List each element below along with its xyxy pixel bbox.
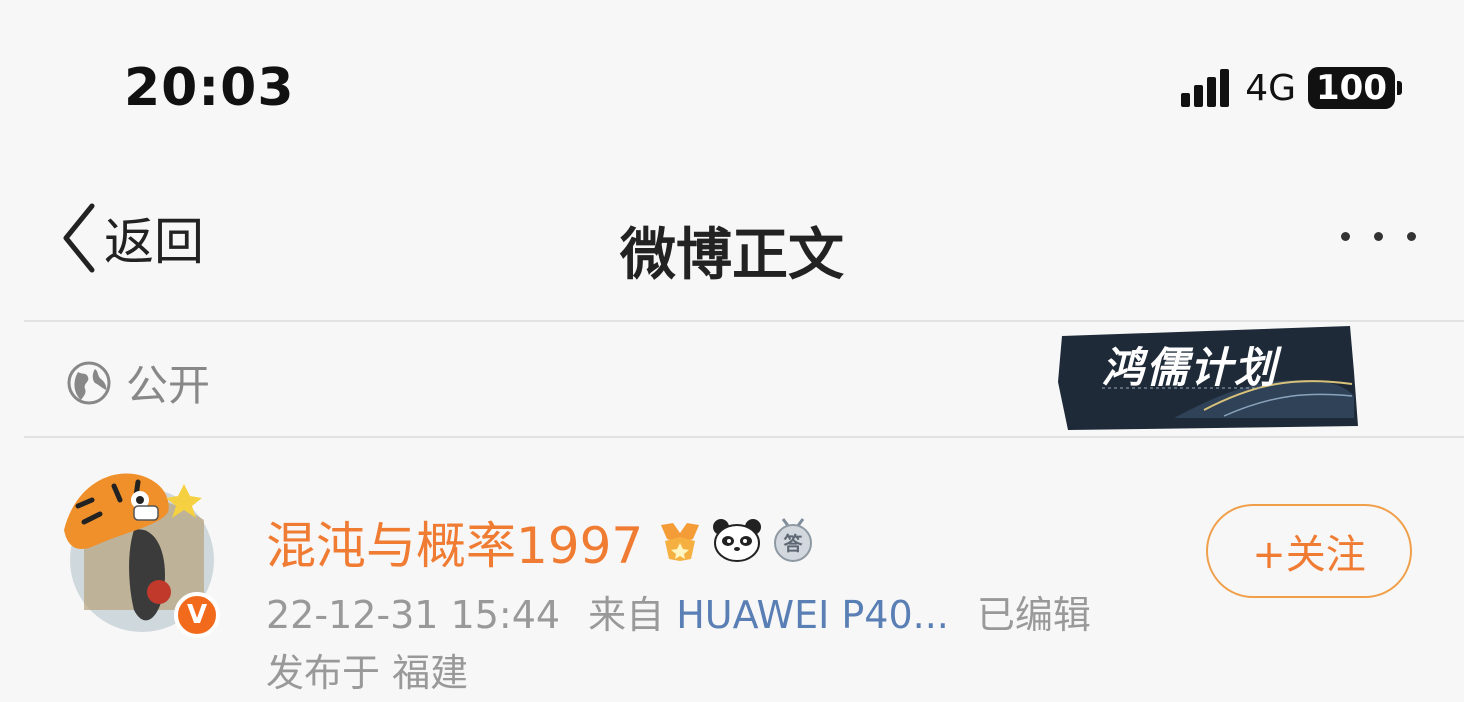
banner-title: 鸿儒计划: [1102, 343, 1279, 392]
source-prefix: 来自: [588, 593, 665, 637]
dot: [1374, 232, 1383, 241]
status-indicators: 4G 100: [1181, 66, 1402, 110]
follow-button[interactable]: +关注: [1206, 504, 1412, 598]
visibility-indicator: 公开: [66, 352, 210, 413]
username[interactable]: 混沌与概率1997: [266, 506, 643, 578]
user-row: 混沌与概率1997 答: [266, 506, 823, 578]
edited-label[interactable]: 已编辑: [977, 593, 1091, 637]
dot: [1341, 232, 1350, 241]
signal-icon: [1181, 69, 1233, 107]
program-banner[interactable]: 鸿儒计划: [1054, 322, 1360, 432]
verified-badge: V: [174, 592, 220, 638]
medal-icon[interactable]: [657, 517, 703, 567]
post-location: 发布于 福建: [266, 642, 468, 697]
divider: [24, 436, 1464, 438]
page-title: 微博正文: [620, 223, 844, 288]
post-source[interactable]: HUAWEI P40...: [676, 593, 949, 637]
status-bar: 20:03 4G 100: [0, 0, 1464, 170]
answer-badge-char: 答: [784, 532, 804, 555]
panda-icon[interactable]: [711, 517, 763, 567]
user-badges: 答: [657, 517, 823, 567]
answer-badge-icon[interactable]: 答: [771, 517, 815, 567]
battery-icon: 100: [1308, 67, 1395, 109]
location-value: 福建: [392, 651, 469, 695]
more-options-icon[interactable]: [1317, 232, 1416, 241]
visibility-label: 公开: [126, 361, 211, 410]
status-time: 20:03: [124, 58, 295, 118]
post-date: 22-12-31 15:44: [266, 593, 561, 637]
follow-label: +关注: [1252, 532, 1366, 578]
location-prefix: 发布于: [266, 651, 381, 695]
globe-icon: [67, 361, 111, 404]
post-meta: 22-12-31 15:44 来自 HUAWEI P40... 已编辑: [266, 584, 1091, 639]
network-type: 4G: [1245, 67, 1297, 109]
battery-tip: [1397, 81, 1402, 95]
dot: [1407, 232, 1416, 241]
